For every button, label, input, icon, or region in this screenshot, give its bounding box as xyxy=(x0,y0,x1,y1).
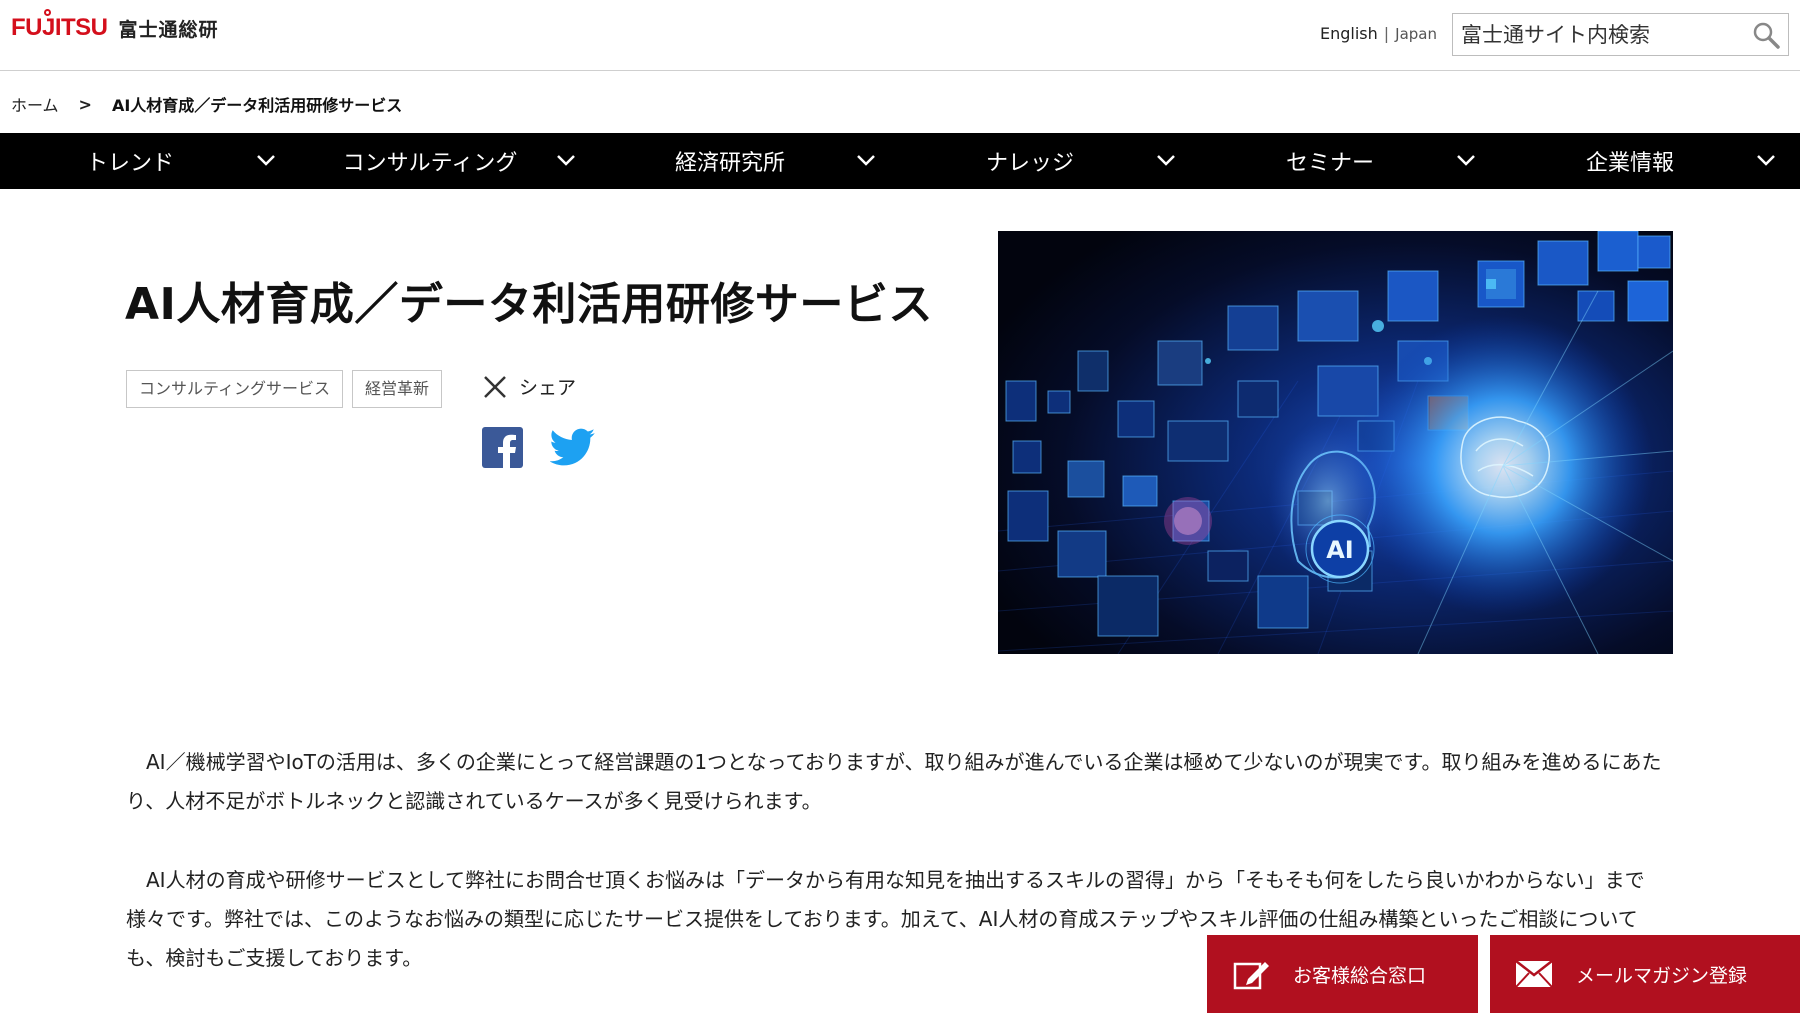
intro-paragraph: AI／機械学習やIoTの活用は、多くの企業にとって経営課題の1つとなっております… xyxy=(126,750,1662,813)
mail-icon xyxy=(1515,960,1553,988)
hero-image: AI xyxy=(998,231,1673,654)
search-input[interactable] xyxy=(1453,14,1743,55)
nav-item-trend[interactable]: トレンド xyxy=(0,133,300,189)
breadcrumb: ホーム > AI人材育成／データ利活用研修サービス xyxy=(11,92,402,116)
tag-list: コンサルティングサービス 経営革新 xyxy=(126,370,443,408)
chevron-down-icon xyxy=(857,155,875,166)
hero-ai-label: AI xyxy=(1326,536,1354,564)
contact-button-label: お客様総合窓口 xyxy=(1293,964,1427,987)
nav-item-label: ナレッジ xyxy=(985,151,1074,176)
nav-item-label: 経済研究所 xyxy=(674,151,785,176)
company-name: 富士通総研 xyxy=(118,18,219,41)
search-icon[interactable] xyxy=(1752,21,1780,49)
tag-management-innovation[interactable]: 経営革新 xyxy=(352,370,443,408)
tag-consulting-service[interactable]: コンサルティングサービス xyxy=(126,370,344,408)
edit-icon xyxy=(1233,962,1269,990)
site-logo[interactable]: FUJITSU 富士通総研 xyxy=(11,9,219,42)
twitter-icon[interactable] xyxy=(550,428,596,468)
nav-item-corporate[interactable]: 企業情報 xyxy=(1500,133,1800,189)
chevron-down-icon xyxy=(1457,155,1475,166)
page-title: AI人材育成／データ利活用研修サービス xyxy=(125,279,933,330)
site-search xyxy=(1452,13,1789,56)
language-switcher: English | Japan xyxy=(1320,24,1437,43)
chevron-down-icon xyxy=(557,155,575,166)
nav-item-knowledge[interactable]: ナレッジ xyxy=(900,133,1200,189)
newsletter-button[interactable]: メールマガジン登録 xyxy=(1490,935,1800,1013)
chevron-down-icon xyxy=(1757,155,1775,166)
share-toggle[interactable]: シェア xyxy=(482,373,576,400)
chevron-down-icon xyxy=(1157,155,1175,166)
lang-separator: | xyxy=(1383,24,1390,43)
breadcrumb-home[interactable]: ホーム xyxy=(11,92,59,116)
nav-item-label: セミナー xyxy=(1285,151,1374,176)
global-nav: トレンド コンサルティング 経済研究所 ナレッジ セミナー 企業情報 xyxy=(0,133,1800,189)
breadcrumb-separator: > xyxy=(78,94,92,114)
contact-button[interactable]: お客様総合窓口 xyxy=(1207,935,1478,1013)
nav-item-label: コンサルティング xyxy=(342,151,518,176)
newsletter-button-label: メールマガジン登録 xyxy=(1576,964,1748,987)
nav-item-consulting[interactable]: コンサルティング xyxy=(300,133,600,189)
breadcrumb-current: AI人材育成／データ利活用研修サービス xyxy=(111,96,403,115)
share-label: シェア xyxy=(519,377,577,399)
site-header: FUJITSU 富士通総研 English | Japan xyxy=(0,0,1800,71)
facebook-icon[interactable] xyxy=(482,427,523,468)
lang-region-label: Japan xyxy=(1395,24,1438,43)
fujitsu-logo: FUJITSU xyxy=(11,9,108,42)
nav-item-economic-research[interactable]: 経済研究所 xyxy=(600,133,900,189)
chevron-down-icon xyxy=(257,155,275,166)
lang-english-link[interactable]: English xyxy=(1320,24,1378,43)
close-icon xyxy=(484,375,506,398)
nav-item-label: トレンド xyxy=(85,151,174,176)
social-share-buttons xyxy=(482,427,596,468)
nav-item-seminar[interactable]: セミナー xyxy=(1200,133,1500,189)
nav-item-label: 企業情報 xyxy=(1585,151,1674,176)
